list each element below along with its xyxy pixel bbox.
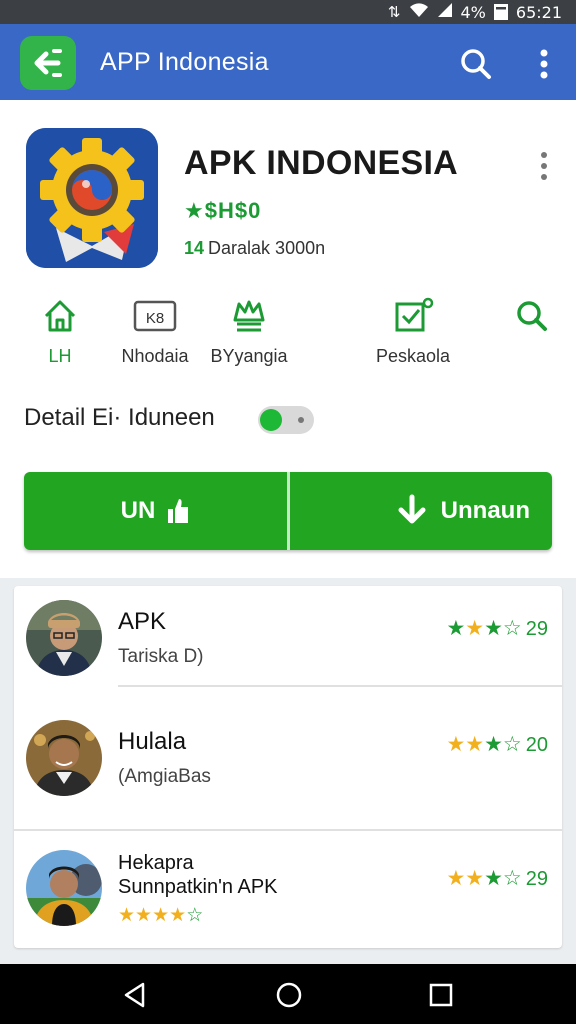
app-rating: ★$H$0 [184,198,262,223]
star-icon: ★ [484,733,503,756]
search-icon[interactable] [456,44,496,84]
list-item[interactable]: APK Tariska D) ★★★☆ 29 [14,586,562,687]
action-buttons: UN Unnaun [24,472,552,550]
app-downloads: 14 Daralak 3000n [184,238,325,259]
review-count: 29 [525,618,548,640]
crown-icon [233,300,265,332]
toggle-dot [298,417,304,423]
app-details-card: APK INDONESIA ★$H$0 14 Daralak 3000n LH K… [0,100,576,578]
review-name: Hulala [118,728,187,755]
recents-icon[interactable] [426,980,456,1010]
app-name: APK INDONESIA [184,144,459,182]
download-button[interactable]: Unnaun [290,472,552,550]
like-button[interactable]: UN [24,472,288,550]
checkbox-icon [395,297,434,332]
battery-icon [493,4,508,20]
star-outline-icon: ☆ [502,733,522,756]
search-tab-icon [517,301,547,331]
downloads-mark: 14 [184,238,205,258]
star-icon: ★ [135,905,153,926]
review-name: Hekapra [118,852,194,874]
review-rating: ★★★☆ 20 [446,732,548,757]
star-icon: ★ [169,905,187,926]
review-inline-rating: ★★★★☆ [118,904,203,927]
list-item[interactable]: Hekapra Sunnpatkin'n APK ★★★★☆ ★★★☆ 29 [14,830,562,948]
tab-home-label: LH [48,346,72,366]
overflow-menu-icon[interactable] [526,44,562,84]
download-button-label: Unnaun [440,497,530,524]
star-icon: ★ [465,733,485,756]
home-icon [44,300,76,332]
sync-icon: ⇅ [387,3,401,21]
thumbs-up-icon [168,499,189,523]
avatar [26,850,102,926]
downloads-text: Daralak 3000n [208,238,326,258]
tab-search[interactable] [510,296,554,336]
tab-byyangia[interactable]: BYyangia [206,296,292,367]
star-icon: ★ [465,867,485,890]
status-icons: ⇅ 4% 65:21 [388,2,562,22]
app-more-icon[interactable] [532,148,556,184]
system-nav-bar [0,964,576,1024]
status-bar: ⇅ 4% 65:21 [0,0,576,24]
star-outline-icon: ☆ [502,617,522,640]
signal-icon [437,2,453,22]
review-rating: ★★★☆ 29 [446,616,548,641]
category-tabs: LH K8 Nhodaia BYyangia Peskaola [0,296,576,376]
star-icon: ★ [446,733,466,756]
star-icon: ★ [484,617,503,640]
review-rating: ★★★☆ 29 [446,866,548,891]
wifi-icon [409,2,429,22]
review-name: APK [118,608,167,635]
tab-peskaola-label: Peskaola [375,346,451,366]
tab-nhodaia[interactable]: K8 Nhodaia [112,296,198,367]
star-outline-icon: ☆ [502,867,522,890]
back-icon[interactable] [120,980,150,1010]
tab-byyangia-label: BYyangia [210,346,288,366]
avatar [26,720,102,796]
review-count: 29 [525,868,548,890]
review-subtitle: Sunnpatkin'n APK [118,876,278,898]
status-time: 65:21 [515,2,562,22]
home-nav-icon[interactable] [274,980,304,1010]
star-icon: ★ [446,867,466,890]
list-item[interactable]: Hulala (AmgiaBas ★★★☆ 20 [14,686,562,831]
review-subtitle: (AmgiaBas [118,766,211,787]
star-outline-icon: ☆ [186,905,204,926]
like-button-label: UN [120,497,156,524]
star-icon: ★ [152,905,170,926]
avatar [26,600,102,676]
star-icon: ★ [446,617,466,640]
app-icon [26,128,158,268]
app-bar-title: APP Indonesia [100,48,269,76]
detail-toggle[interactable] [258,406,314,434]
star-icon: ★ [465,617,485,640]
star-icon: ★ [118,905,136,926]
tab-nhodaia-label: Nhodaia [121,346,189,366]
tab-peskaola[interactable]: Peskaola [368,296,458,367]
review-subtitle: Tariska D) [118,646,204,667]
tab-home[interactable]: LH [30,296,90,367]
download-icon [398,494,426,524]
keyboard-icon: K8 [133,300,177,332]
review-count: 20 [525,734,548,756]
reviews-list: APK Tariska D) ★★★☆ 29 Hulala (AmgiaBas ★… [14,586,562,948]
toggle-knob [260,409,282,431]
svg-text:K8: K8 [146,310,164,327]
detail-label: Detail Ei· Iduneen [24,404,215,431]
app-bar: APP Indonesia [0,24,576,100]
battery-percent: 4% [460,2,486,22]
star-icon: ★ [484,867,503,890]
app-logo-icon[interactable] [20,36,76,90]
